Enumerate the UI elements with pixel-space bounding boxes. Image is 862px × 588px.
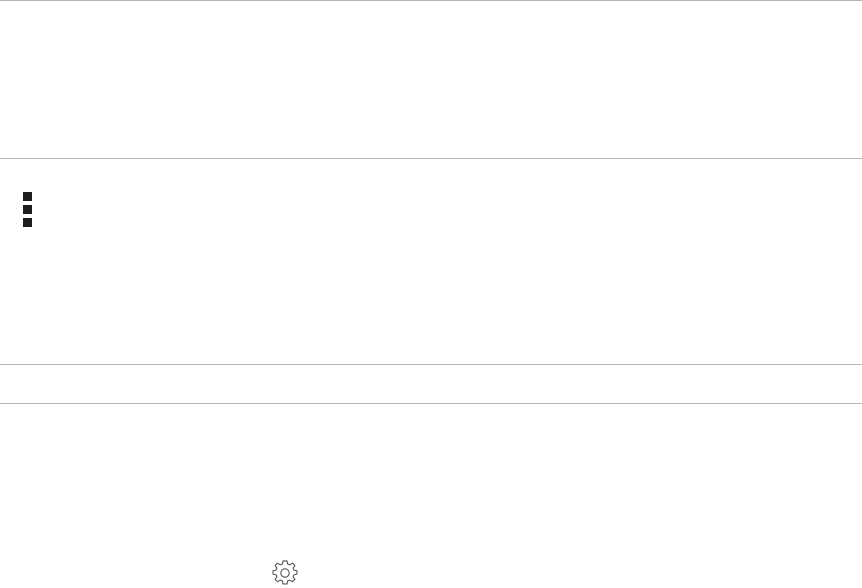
middle-panel: [0, 159, 862, 364]
menu-square-icon: [23, 192, 32, 201]
top-panel: [0, 1, 862, 158]
gear-icon: [272, 560, 298, 585]
settings-button[interactable]: [268, 556, 300, 588]
bottom-panel: [0, 404, 862, 587]
menu-square-icon: [23, 218, 32, 227]
status-strip: [0, 365, 862, 403]
menu-square-icon: [23, 205, 32, 214]
more-options-button[interactable]: [18, 189, 38, 229]
